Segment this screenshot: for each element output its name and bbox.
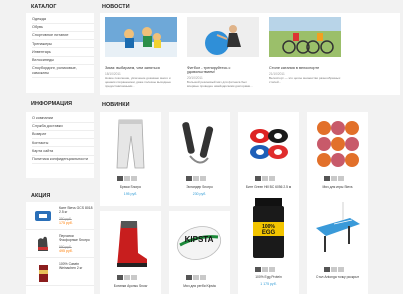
product-name[interactable]: Мяч для игры Stevs xyxy=(309,185,366,189)
boots-image[interactable] xyxy=(105,215,156,270)
news-title[interactable]: Стиле катания в велоспорте xyxy=(269,66,341,70)
kipsta-logo: KIPSTA xyxy=(185,235,214,244)
news-date: 18/10/2011 xyxy=(105,71,121,76)
protein-label-main: EGG xyxy=(262,230,276,236)
catalog-item[interactable]: Сноубординг, роликовые, самокаты xyxy=(32,65,94,78)
news-panel: Зима: выбираем, чем заняться 18/10/2011 … xyxy=(100,13,400,95)
trousers-image[interactable] xyxy=(105,116,156,171)
cart-icon[interactable] xyxy=(186,275,192,280)
compare-icon[interactable] xyxy=(269,267,275,272)
news-text: Новое поколение, увлечение доказано мног… xyxy=(105,76,171,88)
wishlist-icon[interactable] xyxy=(331,176,337,181)
hand-gripper-image[interactable] xyxy=(174,116,225,171)
wishlist-icon[interactable] xyxy=(331,267,337,272)
wishlist-icon[interactable] xyxy=(262,267,268,272)
product-card[interactable]: Ботинки Ayonsu Snow xyxy=(100,211,161,294)
news-date: 21/10/2011 xyxy=(269,71,285,76)
wishlist-icon[interactable] xyxy=(193,176,199,181)
product-card[interactable]: KIPSTA Мяч для регби Kipsta xyxy=(169,211,230,294)
bandage-image[interactable] xyxy=(243,116,294,171)
catalog-menu: Одежда Обувь Спортивное питание Тренажер… xyxy=(26,13,94,93)
product-name[interactable]: Мяч для регби Kipsta xyxy=(171,284,228,288)
catalog-item[interactable]: Обувь xyxy=(32,24,94,33)
news-image-cycling[interactable] xyxy=(269,17,341,57)
casein-thumbnail xyxy=(39,265,48,282)
cart-icon[interactable] xyxy=(324,176,330,181)
compare-icon[interactable] xyxy=(200,275,206,280)
product-price: 230 руб. xyxy=(192,192,207,196)
product-name[interactable]: Ботинки Ayonsu Snow xyxy=(102,284,159,288)
product-name[interactable]: Брюки Snorpo xyxy=(102,185,159,189)
info-item[interactable]: Политика конфиденциальности xyxy=(32,156,94,164)
sale-list: Кант Stevs GCS 8018 2.5 кг 350 руб. 175 … xyxy=(26,202,94,294)
product-price: 195 руб. xyxy=(123,192,138,196)
product-name[interactable]: Стол Antonga точку роскрыт xyxy=(309,275,366,279)
catalog-item[interactable]: Тренажеры xyxy=(32,40,94,49)
sale-item-name[interactable]: Кант Stevs GCS 8018 2.5 кг xyxy=(59,206,93,214)
info-item[interactable]: Служба доставки xyxy=(32,123,94,132)
compare-icon[interactable] xyxy=(131,176,137,181)
info-menu: О компании Служба доставки Возврат Конта… xyxy=(26,112,94,178)
wishlist-icon[interactable] xyxy=(193,275,199,280)
news-title[interactable]: Зима: выбираем, чем заняться xyxy=(105,66,177,70)
news-item[interactable]: Стиле катания в велоспорте 21/10/2011 Ве… xyxy=(269,17,341,85)
rugby-ball-image[interactable]: KIPSTA xyxy=(174,215,225,270)
product-name[interactable]: Бинт Green Hill BC 6056 2.5 м xyxy=(240,185,297,189)
gloves-thumbnail xyxy=(38,236,48,251)
wishlist-icon[interactable] xyxy=(262,176,268,181)
compare-icon[interactable] xyxy=(269,176,275,181)
catalog-item[interactable]: Инвентарь xyxy=(32,48,94,57)
product-card[interactable]: Эспандер Snorpo 230 руб. xyxy=(169,112,230,206)
sale-item-price: 175 руб. xyxy=(59,221,73,225)
news-text: Велоспорт — это целое множество разнообр… xyxy=(269,76,341,84)
sale-heading: Акция xyxy=(31,193,51,199)
catalog-item[interactable]: Велосипеды xyxy=(32,57,94,65)
sale-item[interactable]: Кант Stevs GCS 8018 2.5 кг 350 руб. 175 … xyxy=(26,202,94,230)
product-name[interactable]: 100% Egg Protein xyxy=(240,275,297,279)
product-card[interactable]: 100% EGG 100% Egg Protein 1 175 руб. xyxy=(238,190,299,294)
news-date: 20/10/2011 xyxy=(187,75,203,80)
catalog-heading: Каталог xyxy=(31,4,57,10)
info-item[interactable]: Возврат xyxy=(32,131,94,140)
cart-icon[interactable] xyxy=(117,275,123,280)
product-card[interactable]: Брюки Snorpo 195 руб. xyxy=(100,112,161,206)
sale-item-name[interactable]: 100% Casein Weinachen 2 кг xyxy=(59,262,93,270)
catalog-item[interactable]: Спортивное питание xyxy=(32,32,94,41)
cart-icon[interactable] xyxy=(324,267,330,272)
sale-item[interactable]: Перчатки Фосфорные Snorpo 990 руб. 495 р… xyxy=(26,230,94,258)
compare-icon[interactable] xyxy=(338,267,344,272)
sale-item-price: 495 руб. xyxy=(59,249,73,253)
news-heading: Новости xyxy=(102,4,130,10)
info-item[interactable]: Карта сайта xyxy=(32,147,94,156)
news-item[interactable]: Фитбол - тренируйтесь с удовольствием! 2… xyxy=(187,17,259,89)
cart-icon[interactable] xyxy=(186,176,192,181)
news-title[interactable]: Фитбол - тренируйтесь с удовольствием! xyxy=(187,66,259,74)
compare-icon[interactable] xyxy=(338,176,344,181)
weight-thumbnail xyxy=(35,211,51,221)
sale-item-name[interactable]: Перчатки Фосфорные Snorpo xyxy=(59,234,93,242)
wishlist-icon[interactable] xyxy=(124,176,130,181)
info-item[interactable]: Контакты xyxy=(32,139,94,148)
new-products-heading: Новинки xyxy=(102,102,130,108)
info-item[interactable]: О компании xyxy=(32,115,94,124)
balls-image[interactable] xyxy=(312,116,363,171)
cart-icon[interactable] xyxy=(255,176,261,181)
info-heading: Информация xyxy=(31,101,73,107)
product-card[interactable]: Стол Antonga точку роскрыт xyxy=(307,190,368,294)
news-image-fitball[interactable] xyxy=(187,17,259,57)
news-item[interactable]: Зима: выбираем, чем заняться 18/10/2011 … xyxy=(105,17,177,88)
table-tennis-image[interactable] xyxy=(312,194,363,262)
compare-icon[interactable] xyxy=(200,176,206,181)
wishlist-icon[interactable] xyxy=(124,275,130,280)
compare-icon[interactable] xyxy=(131,275,137,280)
sale-item[interactable]: 100% Casein Weinachen 2 кг xyxy=(26,258,94,286)
catalog-item[interactable]: Одежда xyxy=(32,16,94,25)
cart-icon[interactable] xyxy=(117,176,123,181)
product-price: 1 175 руб. xyxy=(260,282,277,286)
news-image-winter[interactable] xyxy=(105,17,177,57)
protein-jar-image[interactable]: 100% EGG xyxy=(243,194,294,262)
cart-icon[interactable] xyxy=(255,267,261,272)
product-name[interactable]: Эспандер Snorpo xyxy=(171,185,228,189)
news-text: Большой резиновый мяч для фитнеса был вп… xyxy=(187,80,253,88)
